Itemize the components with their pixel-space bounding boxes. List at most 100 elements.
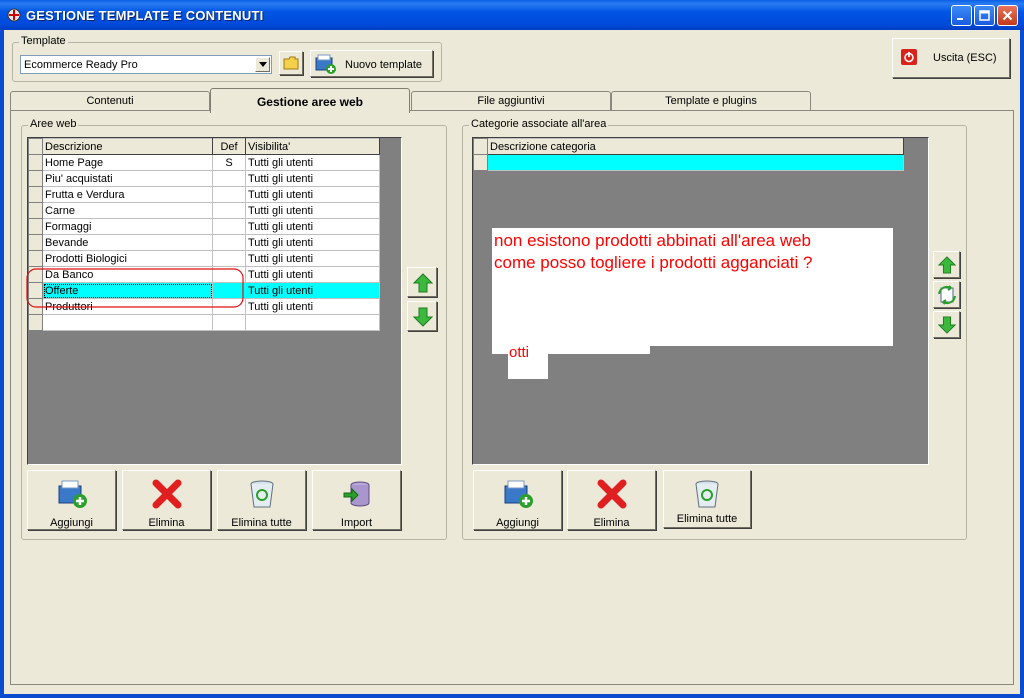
folder-icon [283,56,299,70]
annotation-box: non esistono prodotti abbinati all'area … [492,228,893,346]
delete-all-categories-button[interactable]: Elimina tutte [663,470,751,528]
window-border-right [1020,30,1024,698]
cell-descrizione[interactable]: Prodotti Biologici [42,250,213,267]
annotation-fragment-text: otti [509,344,530,361]
table-row[interactable]: Bevande Tutti gli utenti [28,234,380,251]
template-select-arrow[interactable] [255,57,270,72]
close-window-button[interactable] [997,5,1018,26]
cell-visibilita[interactable]: Tutti gli utenti [245,266,380,283]
arrow-down-icon [938,316,956,334]
row-indicator [28,218,43,235]
cell-visibilita[interactable]: Tutti gli utenti [245,234,380,251]
cell-visibilita[interactable]: Tutti gli utenti [245,282,380,299]
cell-visibilita[interactable]: Tutti gli utenti [245,298,380,315]
categorie-table: Descrizione categoria [473,138,904,171]
arrow-up-icon [938,256,956,274]
move-area-up-button[interactable] [407,267,437,297]
window-title-bar: GESTIONE TEMPLATE E CONTENUTI [0,0,1024,30]
chevron-down-icon [259,62,267,67]
row-indicator [473,154,488,171]
cell-def[interactable] [212,186,246,203]
delete-area-button[interactable]: Elimina [122,470,211,530]
add-category-button[interactable]: Aggiungi [473,470,562,530]
cell-def[interactable] [212,202,246,219]
cell-descrizione[interactable]: Formaggi [42,218,213,235]
add-area-button[interactable]: Aggiungi [27,470,116,530]
delete-icon [152,479,181,509]
cell-def[interactable] [212,218,246,235]
cell-empty[interactable] [212,314,246,331]
window-border-left [0,30,4,698]
annotation-box-fragment-2: otti [508,344,548,379]
tab-gestione-aree-web[interactable]: Gestione aree web [210,88,410,113]
cell-descrizione[interactable]: Piu' acquistati [42,170,213,187]
cell-descrizione[interactable]: Frutta e Verdura [42,186,213,203]
cell-visibilita[interactable]: Tutti gli utenti [245,218,380,235]
table-row[interactable]: Formaggi Tutti gli utenti [28,218,380,235]
cell-visibilita[interactable]: Tutti gli utenti [245,186,380,203]
cell-visibilita[interactable]: Tutti gli utenti [245,154,380,171]
tab-template-plugins-label: Template e plugins [665,95,757,107]
table-row[interactable]: Piu' acquistati Tutti gli utenti [28,170,380,187]
delete-category-label: Elimina [593,517,630,529]
refresh-categories-button[interactable] [933,281,960,308]
categorie-group-label: Categorie associate all'area [469,118,609,130]
tab-file-aggiuntivi[interactable]: File aggiuntivi [411,91,611,111]
exit-button[interactable]: Uscita (ESC) [892,38,1010,78]
new-template-label: Nuovo template [345,59,423,71]
add-icon [58,480,87,508]
move-category-up-button[interactable] [933,251,960,278]
table-row[interactable]: Carne Tutti gli utenti [28,202,380,219]
delete-all-categories-label: Elimina tutte [676,513,738,525]
cell-def[interactable] [212,250,246,267]
cell-visibilita[interactable]: Tutti gli utenti [245,202,380,219]
move-category-down-button[interactable] [933,311,960,338]
cell-visibilita[interactable]: Tutti gli utenti [245,250,380,267]
power-icon [901,49,917,65]
cell-descrizione[interactable]: Home Page [42,154,213,171]
aree-web-group-label: Aree web [28,118,79,130]
cell-def[interactable] [212,234,246,251]
delete-category-button[interactable]: Elimina [567,470,656,530]
column-header-descrizione[interactable]: Descrizione [42,138,213,155]
open-folder-button[interactable] [279,51,303,75]
cell-empty[interactable] [42,314,213,331]
row-indicator [28,314,43,331]
row-indicator-header [473,138,488,155]
column-header-descrizione-categoria[interactable]: Descrizione categoria [487,138,904,155]
row-indicator [28,250,43,267]
move-area-down-button[interactable] [407,301,437,331]
add-category-label: Aggiungi [496,517,539,529]
template-group-label: Template [19,35,68,47]
cell-descrizione[interactable]: Bevande [42,234,213,251]
cell-visibilita[interactable]: Tutti gli utenti [245,170,380,187]
tab-contenuti-label: Contenuti [86,95,134,107]
cell-descrizione-categoria[interactable] [487,154,904,171]
table-row-selected[interactable] [473,154,904,171]
maximize-button[interactable] [974,5,995,26]
row-indicator-header [28,138,43,155]
add-icon [504,480,533,508]
delete-area-label: Elimina [148,517,185,529]
minimize-button[interactable] [951,5,972,26]
tab-contenuti[interactable]: Contenuti [10,91,210,111]
table-row[interactable]: Prodotti Biologici Tutti gli utenti [28,250,380,267]
cell-def[interactable]: S [212,154,246,171]
table-row-new[interactable] [28,314,380,331]
table-row[interactable]: Home Page S Tutti gli utenti [28,154,380,171]
column-header-visibilita[interactable]: Visibilita' [245,138,380,155]
template-select[interactable]: Ecommerce Ready Pro [20,55,272,74]
cell-descrizione[interactable]: Carne [42,202,213,219]
annotation-line-1: non esistono prodotti abbinati all'area … [494,231,812,250]
new-template-button[interactable]: Nuovo template [310,50,433,77]
table-header-row: Descrizione Def Visibilita' [28,138,380,155]
delete-icon [597,479,626,509]
table-row[interactable]: Frutta e Verdura Tutti gli utenti [28,186,380,203]
delete-all-areas-button[interactable]: Elimina tutte [217,470,306,530]
row-indicator [28,234,43,251]
import-button[interactable]: Import [312,470,401,530]
tab-template-plugins[interactable]: Template e plugins [611,91,811,111]
cell-def[interactable] [212,170,246,187]
column-header-def[interactable]: Def [212,138,246,155]
cell-empty[interactable] [245,314,380,331]
